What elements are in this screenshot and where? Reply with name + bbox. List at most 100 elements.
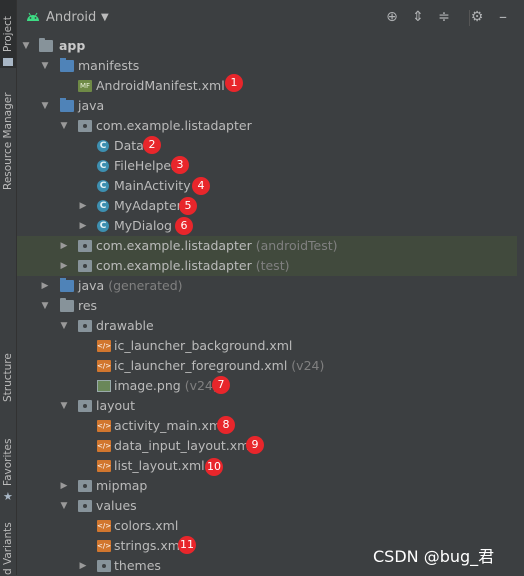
tree-node-label: colors.xml: [114, 518, 179, 533]
chevron-right-icon[interactable]: ▶: [77, 556, 89, 576]
structure-tab-label: Structure: [2, 353, 14, 402]
tree-node-android-manifest[interactable]: MF AndroidManifest.xml: [17, 76, 517, 96]
chevron-down-icon[interactable]: ▼: [39, 296, 51, 316]
project-tool-tab[interactable]: Project: [0, 0, 16, 68]
favorites-tab-label: Favorites: [2, 438, 14, 486]
resource-manager-tool-tab[interactable]: Resource Manager: [0, 90, 16, 210]
tree-scrollbar[interactable]: [517, 38, 524, 575]
tree-node-label: layout: [96, 398, 136, 413]
tree-node-colors[interactable]: </> colors.xml: [17, 516, 517, 536]
tree-node-package-android-test[interactable]: ▶ com.example.listadapter (androidTest): [17, 236, 517, 256]
xml-file-icon: </>: [97, 460, 112, 472]
tree-node-label: MyAdapter: [114, 198, 182, 213]
tree-node-package-main[interactable]: ▼ com.example.listadapter: [17, 116, 517, 136]
tree-node-image-png[interactable]: image.png (v24): [17, 376, 517, 396]
tree-node-ic-launcher-foreground[interactable]: </> ic_launcher_foreground.xml (v24): [17, 356, 517, 376]
tree-node-values[interactable]: ▼ values: [17, 496, 517, 516]
tree-node-data-input-layout[interactable]: </> data_input_layout.xml: [17, 436, 517, 456]
tree-node-label: com.example.listadapter: [96, 118, 252, 133]
tree-node-label: FileHelper: [114, 158, 177, 173]
tree-node-mipmap[interactable]: ▶ mipmap: [17, 476, 517, 496]
tree-node-label: activity_main.xml: [114, 418, 225, 433]
chevron-right-icon[interactable]: ▶: [77, 216, 89, 236]
gear-icon[interactable]: ⚙: [469, 9, 485, 25]
tree-node-package-test[interactable]: ▶ com.example.listadapter (test): [17, 256, 517, 276]
resource-folder-icon: [60, 298, 74, 312]
tree-node-label: manifests: [78, 58, 140, 73]
xml-file-icon: </>: [97, 420, 112, 432]
tree-node-drawable[interactable]: ▼ drawable: [17, 316, 517, 336]
project-tab-label: Project: [2, 16, 14, 52]
chevron-down-icon[interactable]: ▼: [58, 316, 70, 336]
folder-icon: [3, 58, 13, 66]
tree-node-manifests[interactable]: ▼ manifests: [17, 56, 517, 76]
tree-node-label: AndroidManifest.xml: [96, 78, 225, 93]
annotation-badge-7: 7: [212, 376, 230, 394]
tree-node-label: MyDialog: [114, 218, 172, 233]
structure-tool-tab[interactable]: Structure: [0, 350, 16, 410]
chevron-down-icon[interactable]: ▼: [39, 96, 51, 116]
tree-node-ic-launcher-background[interactable]: </> ic_launcher_background.xml: [17, 336, 517, 356]
annotation-badge-11: 11: [178, 536, 196, 554]
expand-all-icon[interactable]: ⇕: [410, 9, 426, 25]
annotation-badge-9: 9: [246, 436, 264, 454]
tree-node-java[interactable]: ▼ java: [17, 96, 517, 116]
tree-node-label: java: [78, 278, 105, 293]
tree-node-data[interactable]: C Data: [17, 136, 517, 156]
build-variants-tool-tab[interactable]: d Variants: [0, 520, 16, 575]
image-file-icon: [97, 380, 111, 392]
annotation-badge-6: 6: [175, 217, 193, 235]
tree-node-file-helper[interactable]: C FileHelper: [17, 156, 517, 176]
chevron-right-icon[interactable]: ▶: [58, 256, 70, 276]
locate-icon[interactable]: ⊕: [384, 9, 400, 25]
annotation-badge-10: 10: [205, 458, 223, 476]
tree-node-label: app: [59, 38, 86, 53]
collapse-all-icon[interactable]: ≑: [436, 9, 452, 25]
annotation-badge-3: 3: [171, 156, 189, 174]
tree-node-res[interactable]: ▼ res: [17, 296, 517, 316]
folder-icon: [60, 98, 74, 112]
chevron-down-icon[interactable]: ▼: [58, 116, 70, 136]
chevron-right-icon[interactable]: ▶: [58, 236, 70, 256]
chevron-down-icon[interactable]: ▼: [20, 36, 32, 56]
tree-node-label: java: [78, 98, 105, 113]
xml-file-icon: </>: [97, 360, 112, 372]
tree-node-list-layout[interactable]: </> list_layout.xml: [17, 456, 517, 476]
folder-icon: [60, 58, 74, 72]
tree-node-label: ic_launcher_background.xml: [114, 338, 293, 353]
view-selector-title[interactable]: Android: [46, 10, 96, 25]
chevron-down-icon[interactable]: ▼: [58, 496, 70, 516]
folder-icon: [78, 500, 92, 512]
source-set-suffix: (androidTest): [255, 238, 338, 253]
generated-folder-icon: [60, 278, 74, 292]
source-set-suffix: (test): [255, 258, 290, 273]
xml-file-icon: </>: [97, 520, 112, 532]
chevron-right-icon[interactable]: ▶: [77, 196, 89, 216]
tree-node-activity-main[interactable]: </> activity_main.xml: [17, 416, 517, 436]
tree-node-label: com.example.listadapter: [96, 238, 252, 253]
tree-node-label: data_input_layout.xml: [114, 438, 253, 453]
star-icon: ★: [3, 490, 13, 503]
chevron-down-icon[interactable]: ▼: [101, 12, 109, 23]
chevron-down-icon[interactable]: ▼: [58, 396, 70, 416]
folder-icon: [78, 400, 92, 412]
hide-icon[interactable]: –: [495, 9, 511, 25]
class-icon: C: [97, 140, 109, 152]
folder-icon: [78, 480, 92, 492]
tree-node-layout[interactable]: ▼ layout: [17, 396, 517, 416]
class-icon: C: [97, 220, 109, 232]
tree-node-app[interactable]: ▼ app: [17, 36, 517, 56]
tree-node-my-adapter[interactable]: ▶ C MyAdapter: [17, 196, 517, 216]
annotation-badge-1: 1: [225, 74, 243, 92]
tree-node-my-dialog[interactable]: ▶ C MyDialog: [17, 216, 517, 236]
package-icon: [78, 240, 92, 252]
xml-file-icon: </>: [97, 440, 112, 452]
chevron-down-icon[interactable]: ▼: [39, 56, 51, 76]
tree-node-main-activity[interactable]: C MainActivity: [17, 176, 517, 196]
favorites-tool-tab[interactable]: Favorites ★: [0, 436, 16, 506]
class-icon: C: [97, 200, 109, 212]
chevron-right-icon[interactable]: ▶: [58, 476, 70, 496]
tree-node-java-generated[interactable]: ▶ java (generated): [17, 276, 517, 296]
tree-node-label: drawable: [96, 318, 154, 333]
chevron-right-icon[interactable]: ▶: [39, 276, 51, 296]
